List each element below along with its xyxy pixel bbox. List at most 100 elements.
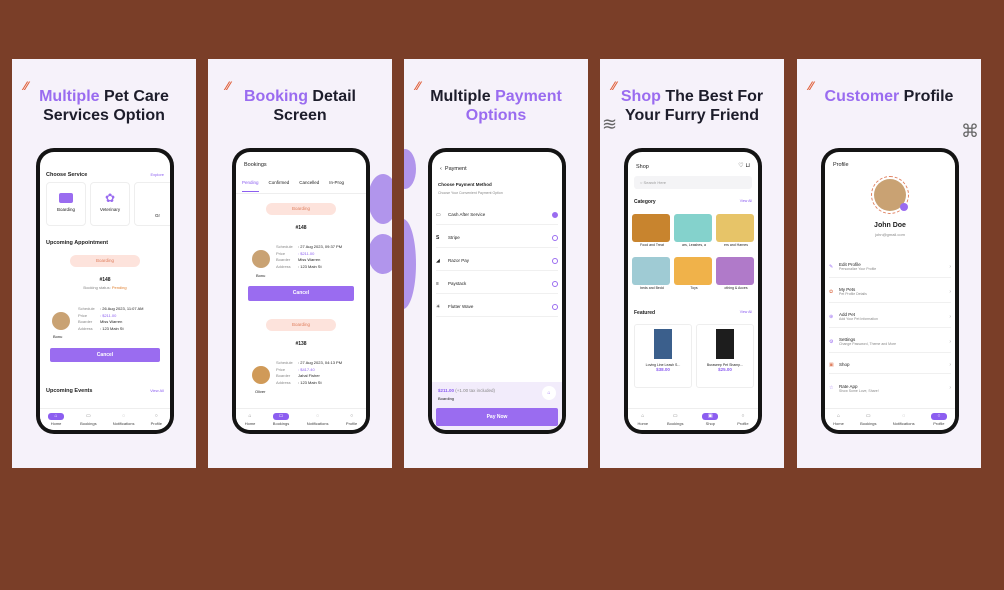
chevron-right-icon: › — [949, 385, 951, 391]
radio[interactable] — [552, 257, 558, 264]
category-tile[interactable] — [716, 214, 754, 242]
category-tile[interactable] — [632, 257, 670, 285]
nav-notifications[interactable]: ◌ Notifications — [307, 413, 329, 426]
heart-icon[interactable]: ♡ — [738, 163, 743, 169]
tab-cancelled[interactable]: Cancelled — [299, 180, 319, 193]
menu-settings[interactable]: ⚙ Settings Change Password, Theme and More… — [829, 331, 951, 353]
promo-card-booking: ⁄⁄ Booking Detail Screen Bookings Pending… — [208, 59, 392, 468]
promo-card-shop: ⁄⁄ Shop The Best For Your Furry Friend ≋ … — [600, 59, 784, 468]
nav-home[interactable]: ⌂ Home — [245, 413, 256, 426]
radio[interactable] — [552, 280, 558, 287]
wing-icon: ≋ — [602, 114, 618, 134]
pay-now-button[interactable]: Pay Now — [436, 408, 558, 426]
nav-profile[interactable]: ○ Profile — [737, 413, 748, 426]
upcoming-heading: Upcoming Appointment — [46, 240, 109, 246]
nav-home[interactable]: ⌂ Home — [48, 413, 65, 426]
bag-icon: ▣ — [829, 361, 834, 368]
choose-service-heading: Choose Service — [46, 172, 88, 178]
promo-card-services: ⁄⁄ Multiple Pet Care Services Option Choo… — [12, 59, 196, 468]
tab-in-progress[interactable]: In-Prog — [329, 180, 344, 193]
search-input[interactable]: ○ Search Here — [634, 176, 752, 189]
category-tile[interactable] — [674, 257, 712, 285]
star-icon: ☆ — [829, 385, 834, 391]
cancel-button[interactable]: Cancel — [248, 286, 354, 301]
add-icon: ⊕ — [829, 313, 834, 320]
nav-bookings[interactable]: ▭ Bookings — [80, 413, 96, 426]
nav-notifications[interactable]: ◌ Notifications — [893, 413, 915, 426]
product-price: $25.00 — [718, 367, 732, 372]
promo-card-payment: ⁄⁄ Multiple Payment Options ‹ Payment Cho… — [404, 59, 588, 468]
back-icon[interactable]: ‹ — [440, 166, 442, 172]
cart-icon[interactable]: ⊔ — [745, 163, 750, 169]
stripe-icon: S — [436, 234, 440, 241]
phone-mockup: ‹ Payment Choose Payment Method Choose Y… — [428, 148, 566, 434]
category-tile[interactable] — [674, 214, 712, 242]
edit-avatar-icon[interactable] — [900, 203, 908, 211]
paw-icon: ✿ — [104, 191, 116, 205]
calendar-icon: ▭ — [273, 413, 290, 420]
bottom-nav: ⌂ Home ▭ Bookings ◌ Notifications ○ Profile — [825, 408, 955, 430]
nav-home[interactable]: ⌂ Home — [833, 413, 844, 426]
payment-option-razorpay[interactable]: ◢ Razor Pay — [436, 251, 558, 271]
cancel-button[interactable]: Cancel — [50, 348, 160, 362]
nav-bookings[interactable]: ▭ Bookings — [860, 413, 876, 426]
featured-heading: Featured — [634, 310, 656, 316]
booking-id: #138 — [295, 341, 307, 347]
card-title: Multiple Payment Options — [430, 88, 562, 124]
pet-avatar — [252, 366, 270, 384]
chevron-right-icon: › — [949, 288, 951, 295]
nav-profile[interactable]: ○ Profile — [346, 413, 357, 426]
payment-summary: $211.00 (+1.00 tax included) Boarding ⌂ … — [432, 382, 562, 430]
nav-notifications[interactable]: ◌ Notifications — [113, 413, 135, 426]
menu-shop[interactable]: ▣ Shop › — [829, 356, 951, 374]
nav-bookings[interactable]: ▭ Bookings — [273, 413, 289, 426]
user-icon: ○ — [350, 413, 354, 419]
nav-bookings[interactable]: ▭ Bookings — [667, 413, 683, 426]
product-card[interactable]: Buraseep Pet Shamp... $25.00 — [696, 324, 754, 388]
menu-rate-app[interactable]: ☆ Rate App Show Some Love, Share! › — [829, 377, 951, 399]
payment-option-cash[interactable]: ▭ Cash After Service — [436, 205, 558, 225]
category-label: Toys — [690, 286, 698, 290]
menu-my-pets[interactable]: ✿ My Pets Pet Profile Details › — [829, 281, 951, 303]
bottom-nav: ⌂ Home ▭ Bookings ▣ Shop ○ Profile — [628, 408, 758, 430]
decorative-blob — [368, 234, 392, 274]
view-all-link[interactable]: View All — [740, 310, 752, 314]
nav-profile[interactable]: ○ Profile — [930, 413, 947, 426]
payment-option-stripe[interactable]: S Stripe — [436, 228, 558, 248]
view-all-link[interactable]: View All — [150, 388, 164, 393]
service-veterinary[interactable]: ✿ Veterinary — [90, 182, 130, 226]
radio-selected[interactable] — [552, 211, 558, 218]
category-label: ars, Leashes, a — [682, 243, 706, 247]
category-label: ers and Harnes — [724, 243, 748, 247]
tab-pending[interactable]: Pending — [242, 180, 259, 192]
nav-home[interactable]: ⌂ Home — [637, 413, 648, 426]
category-tile[interactable] — [716, 257, 754, 285]
nav-profile[interactable]: ○ Profile — [151, 413, 162, 426]
category-label: othing & Acces — [724, 286, 748, 290]
home-icon: ⌂ — [836, 413, 840, 419]
booking-details: Schedule: 27 Aug 2023, 09:37 PM Price: $… — [276, 244, 343, 269]
kennel-icon: ⌂ — [542, 386, 556, 400]
avatar[interactable] — [871, 176, 909, 214]
radio[interactable] — [552, 234, 558, 241]
home-icon: ⌂ — [48, 413, 65, 420]
bell-icon: ◌ — [316, 413, 320, 419]
user-name: John Doe — [874, 222, 906, 229]
booking-tabs: Pending Confirmed Cancelled In-Prog — [236, 180, 366, 194]
method-subtitle: Choose Your Convenient Payment Option — [438, 191, 503, 195]
service-boarding[interactable]: Boarding — [46, 182, 86, 226]
nav-shop[interactable]: ▣ Shop — [702, 413, 719, 426]
product-card[interactable]: Loving Line Leash S... $38.00 — [634, 324, 692, 388]
menu-add-pet[interactable]: ⊕ Add Pet Add Your Pet Information › — [829, 306, 951, 328]
payment-header: ‹ Payment — [440, 166, 467, 172]
service-grooming[interactable]: Gr — [134, 182, 170, 226]
bell-icon: ◌ — [902, 413, 906, 419]
radio[interactable] — [552, 303, 558, 310]
view-all-link[interactable]: View All — [740, 199, 752, 203]
payment-option-paystack[interactable]: ≡ Paystack — [436, 274, 558, 294]
menu-edit-profile[interactable]: ✎ Edit Profile Personalize Your Profile › — [829, 256, 951, 278]
payment-option-flutterwave[interactable]: ✳ Flutter Wave — [436, 297, 558, 317]
tab-confirmed[interactable]: Confirmed — [269, 180, 290, 193]
explore-link[interactable]: Explore — [150, 172, 164, 177]
category-tile[interactable] — [632, 214, 670, 242]
